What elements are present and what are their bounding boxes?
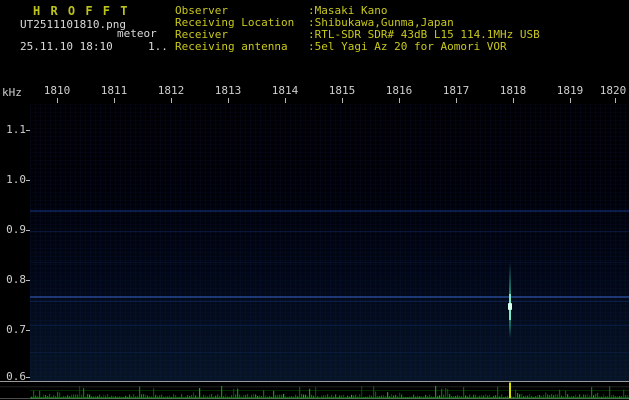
time-axis-tick: [342, 98, 343, 103]
info-label-antenna: Receiving antenna: [175, 40, 288, 53]
freq-tick-label: 1.0: [6, 173, 26, 186]
time-tick-label: 1810: [43, 84, 71, 97]
time-tick-label: 1818: [499, 84, 527, 97]
time-axis-tick: [285, 98, 286, 103]
page-counter: 1..: [148, 40, 168, 53]
carrier-line: [30, 231, 629, 232]
freq-tick-label: 1.1: [6, 123, 26, 136]
carrier-line: [30, 262, 629, 263]
carrier-line: [30, 296, 629, 298]
freq-tick-label: 0.8: [6, 273, 26, 286]
meteor-echo-hotspot: [508, 303, 512, 310]
time-axis-tick: [114, 98, 115, 103]
carrier-line: [30, 325, 629, 326]
output-filename: UT2511101810.png: [20, 18, 126, 31]
observation-datetime: 25.11.10 18:10: [20, 40, 113, 53]
spectrogram: [30, 104, 629, 381]
time-tick-label: 1819: [556, 84, 584, 97]
time-tick-label: 1812: [157, 84, 185, 97]
time-tick-label: 1811: [100, 84, 128, 97]
freq-tick-label: 0.9: [6, 223, 26, 236]
app-title: H R O F F T: [33, 4, 129, 18]
signal-level-trace: [0, 382, 629, 399]
freq-tick-label: 0.7: [6, 323, 26, 336]
time-tick-label: 1813: [214, 84, 242, 97]
carrier-line: [30, 210, 629, 212]
carrier-line: [30, 352, 629, 353]
time-tick-label: 1816: [385, 84, 413, 97]
time-axis-tick: [570, 98, 571, 103]
time-tick-label: 1820: [599, 84, 627, 97]
info-value-antenna: :5el Yagi Az 20 for Aomori VOR: [308, 40, 507, 53]
freq-axis-unit: kHz: [2, 86, 22, 99]
time-axis-tick: [228, 98, 229, 103]
time-axis-tick: [399, 98, 400, 103]
time-axis-tick: [456, 98, 457, 103]
carrier-line: [30, 301, 629, 302]
hrofft-screen: H R O F F T UT2511101810.png meteor 25.1…: [0, 0, 629, 400]
time-axis-tick: [615, 98, 616, 103]
time-axis-tick: [171, 98, 172, 103]
time-tick-label: 1817: [442, 84, 470, 97]
time-tick-label: 1814: [271, 84, 299, 97]
time-axis-tick: [57, 98, 58, 103]
station-name: meteor: [117, 27, 157, 40]
time-tick-label: 1815: [328, 84, 356, 97]
time-axis-tick: [513, 98, 514, 103]
